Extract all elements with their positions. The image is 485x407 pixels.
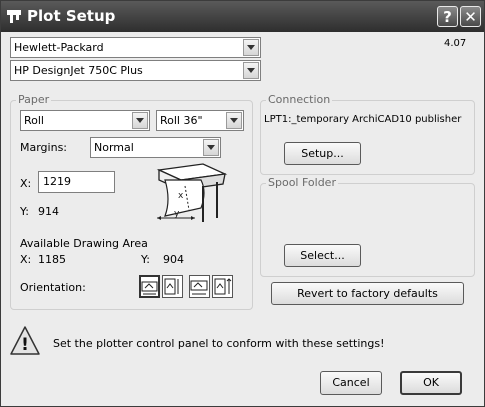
model-select[interactable]: HP DesignJet 750C Plus: [10, 60, 261, 81]
chevron-down-icon: [132, 112, 148, 129]
connection-port-text: LPT1:_temporary ArchiCAD10 publisher: [264, 114, 462, 125]
available-area-label: Available Drawing Area: [20, 237, 148, 250]
chevron-down-icon: [226, 112, 242, 129]
cancel-button[interactable]: Cancel: [320, 371, 382, 395]
plotter-app-icon: [7, 10, 21, 23]
chevron-down-icon: [243, 62, 259, 79]
version-label: 4.07: [444, 38, 467, 49]
manufacturer-select[interactable]: Hewlett-Packard: [10, 37, 261, 58]
paper-size-value: Roll 36": [160, 114, 203, 127]
manufacturer-value: Hewlett-Packard: [14, 41, 104, 54]
paper-y-value: 914: [38, 205, 59, 218]
warning-glyph: !: [21, 335, 29, 355]
plotter-paper-diagram: x y: [156, 163, 228, 222]
plot-setup-dialog: Plot Setup ? ✕ Hewlett-Packard 4.07 HP D…: [0, 0, 485, 407]
help-button[interactable]: ?: [437, 6, 458, 27]
orientation-portrait-button[interactable]: [189, 275, 210, 298]
rotated-portrait-orientation-icon: [214, 278, 232, 295]
window-title: Plot Setup: [27, 7, 116, 25]
landscape-orientation-icon: [141, 281, 158, 295]
chevron-down-icon: [203, 139, 219, 156]
setup-button[interactable]: Setup...: [284, 142, 361, 165]
orientation-landscape-button[interactable]: [139, 275, 160, 298]
chevron-down-icon: [243, 39, 259, 56]
paper-type-value: Roll: [24, 114, 44, 127]
revert-to-defaults-button[interactable]: Revert to factory defaults: [271, 282, 464, 305]
paper-x-label: X:: [20, 177, 32, 190]
spool-folder-group-label: Spool Folder: [266, 176, 338, 189]
diagram-y-label: y: [174, 209, 180, 219]
close-button[interactable]: ✕: [460, 6, 481, 27]
paper-type-select[interactable]: Roll: [20, 110, 150, 131]
area-x-label: X:: [20, 253, 32, 266]
orientation-label: Orientation:: [20, 281, 86, 294]
ok-button[interactable]: OK: [400, 371, 462, 395]
rotated-landscape-orientation-icon: [164, 278, 179, 295]
margins-value: Normal: [94, 141, 134, 154]
area-y-value: 904: [163, 253, 184, 266]
model-value: HP DesignJet 750C Plus: [14, 64, 143, 77]
paper-size-select[interactable]: Roll 36": [156, 110, 244, 131]
margins-label: Margins:: [20, 141, 68, 154]
paper-group-label: Paper: [16, 93, 52, 106]
diagram-x-label: x: [178, 191, 184, 201]
warning-message: Set the plotter control panel to conform…: [53, 337, 385, 350]
paper-y-label: Y:: [20, 205, 29, 218]
area-x-value: 1185: [38, 253, 66, 266]
warning-icon: !: [10, 326, 40, 355]
area-y-label: Y:: [141, 253, 150, 266]
paper-x-input[interactable]: 1219: [38, 171, 115, 193]
orientation-landscape-rotated-button[interactable]: [162, 275, 183, 298]
orientation-portrait-rotated-button[interactable]: [212, 275, 233, 298]
title-bar[interactable]: Plot Setup ? ✕: [1, 1, 484, 32]
connection-group-label: Connection: [266, 93, 333, 106]
portrait-orientation-icon: [190, 280, 208, 295]
select-folder-button[interactable]: Select...: [284, 244, 361, 267]
margins-select[interactable]: Normal: [90, 137, 221, 158]
